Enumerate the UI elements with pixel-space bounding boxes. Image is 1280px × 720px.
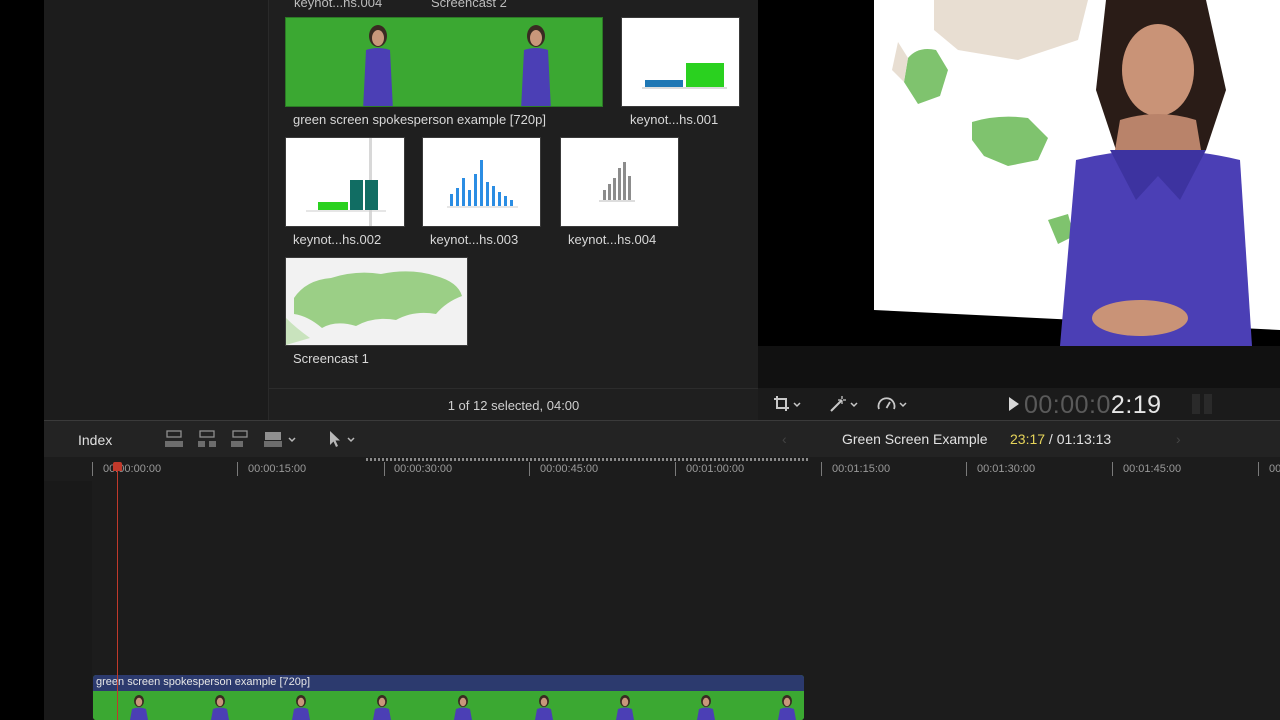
history-back-icon[interactable]: ‹ [782, 431, 787, 447]
clip-browser: keynot...hs.004 Screencast 2 green scree… [269, 0, 758, 420]
library-sidebar [44, 0, 269, 420]
overwrite-clip-icon[interactable] [263, 430, 299, 448]
timeline-header: Index ‹ Green Screen Example 23:17 / 01:… [44, 420, 1280, 459]
ruler-tick [237, 462, 238, 476]
clip-thumbnail [621, 17, 740, 107]
clip-thumbnail [285, 17, 603, 107]
ruler-tick [1112, 462, 1113, 476]
ruler-tick [675, 462, 676, 476]
project-time: 23:17 / 01:13:13 [1010, 431, 1111, 447]
ruler-label: 00:00:15:00 [248, 463, 307, 475]
clip-thumbnail [285, 257, 468, 346]
total-duration: 01:13:13 [1056, 431, 1112, 447]
timeline-gutter [44, 481, 92, 720]
timecode-display: 00:00:02:19 [1024, 391, 1162, 420]
clip-name: keynot...hs.001 [630, 112, 719, 127]
ruler-label: 00:00:30:00 [394, 463, 453, 475]
ruler-tick [529, 462, 530, 476]
ruler-tick [92, 462, 93, 476]
playhead-handle[interactable] [113, 462, 122, 471]
map-thumbnail [286, 271, 462, 345]
ruler-tick [821, 462, 822, 476]
insert-clip-icon[interactable] [197, 430, 217, 448]
presenter-thumbnail [363, 25, 551, 106]
timeline-ruler[interactable]: 00:00:00:00 00:00:15:00 00:00:30:00 00:0… [44, 457, 1280, 481]
clip-thumbnail [422, 137, 541, 227]
timecode-dim: 00:00:0 [1024, 391, 1111, 419]
clip-title: green screen spokesperson example [720p] [96, 676, 311, 688]
bar-chart-thumbnail [447, 160, 518, 208]
clip-thumbnail [560, 137, 679, 227]
viewer[interactable] [758, 0, 1280, 388]
ruler-label: 00:01:00:00 [686, 463, 745, 475]
clip-name: green screen spokesperson example [720p] [293, 112, 546, 127]
composited-frame [758, 0, 1280, 346]
selection-status: 1 of 12 selected, 04:00 [447, 398, 580, 413]
range-selection-bar [366, 458, 808, 461]
time-separator: / [1045, 431, 1057, 447]
clip-name-partial: keynot...hs.004 [294, 0, 383, 10]
audio-meter-icon[interactable] [1190, 392, 1216, 421]
clip-name: keynot...hs.002 [293, 232, 382, 247]
clip-name: keynot...hs.004 [568, 232, 657, 247]
ruler-label: 00:00:00:00 [103, 463, 162, 475]
connect-clip-icon[interactable] [164, 430, 184, 448]
timeline-clip[interactable]: green screen spokesperson example [720p] [93, 675, 804, 720]
bar-chart-thumbnail [306, 138, 386, 226]
clip-name-partial: Screencast 2 [431, 0, 507, 10]
ruler-label: 00:01:30:00 [977, 463, 1036, 475]
ruler-tick [384, 462, 385, 476]
clip-title-bar: green screen spokesperson example [720p] [93, 675, 804, 691]
viewer-canvas[interactable] [758, 0, 1280, 346]
select-arrow-icon[interactable] [327, 430, 359, 448]
playhead[interactable] [117, 462, 118, 720]
enhance-wand-icon[interactable] [828, 394, 860, 419]
speed-gauge-icon[interactable] [876, 394, 910, 419]
ruler-label: 00:01:15:00 [832, 463, 891, 475]
play-icon[interactable] [1007, 396, 1021, 417]
ruler-tick [1258, 462, 1259, 476]
current-time: 23:17 [1010, 431, 1046, 447]
timeline-index-button[interactable]: Index [78, 432, 112, 448]
history-forward-icon[interactable]: › [1176, 431, 1181, 447]
clip-name: keynot...hs.003 [430, 232, 519, 247]
project-name: Green Screen Example [842, 431, 988, 447]
clip-thumbnail [285, 137, 405, 227]
viewer-toolbar: 00:00:02:19 [758, 388, 1280, 420]
ruler-tick [966, 462, 967, 476]
crop-icon[interactable] [772, 394, 802, 419]
clip-name: Screencast 1 [293, 351, 369, 366]
ruler-label: 00:01:45:00 [1123, 463, 1182, 475]
left-edge-strip [0, 0, 44, 720]
timecode-live: 2:19 [1110, 391, 1162, 419]
bar-chart-thumbnail [599, 162, 635, 202]
browser-status-bar: 1 of 12 selected, 04:00 [269, 388, 758, 421]
bar-chart-thumbnail [642, 63, 727, 89]
append-clip-icon[interactable] [230, 430, 250, 448]
ruler-label: 00 [1269, 463, 1280, 475]
ruler-label: 00:00:45:00 [540, 463, 599, 475]
